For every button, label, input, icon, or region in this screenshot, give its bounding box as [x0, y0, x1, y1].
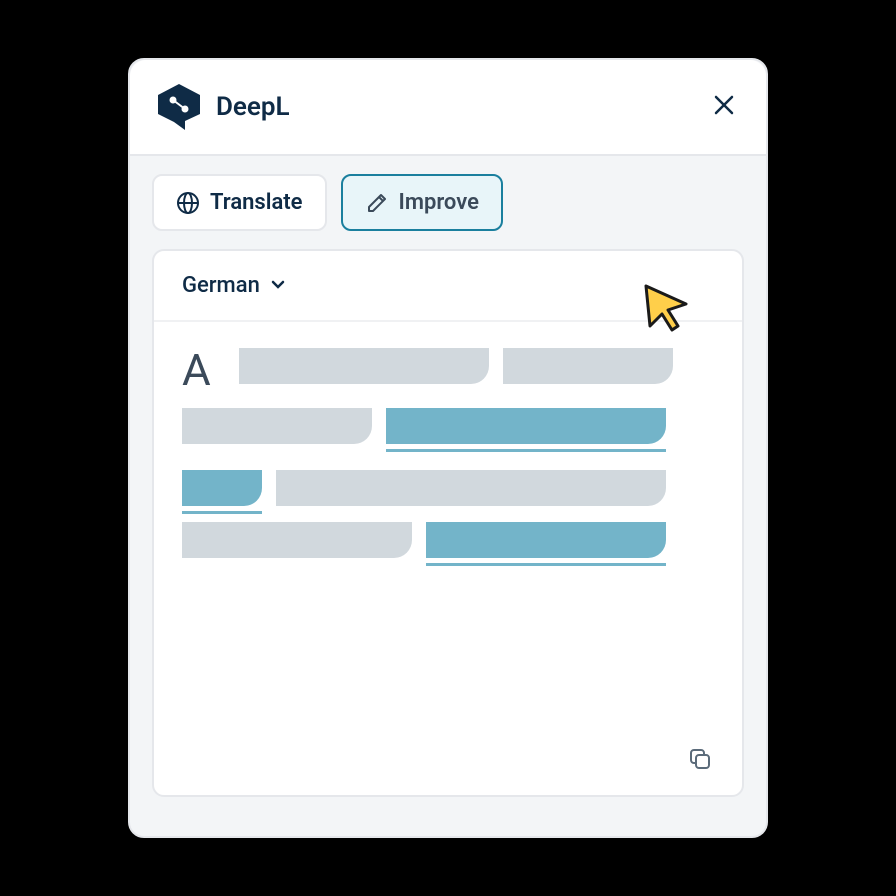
brand-name: DeepL	[216, 92, 290, 122]
deepl-logo-icon	[158, 84, 200, 130]
chevron-down-icon	[270, 276, 286, 296]
placeholder-row	[182, 408, 714, 444]
placeholder-segment	[239, 348, 489, 384]
brand: DeepL	[158, 84, 290, 130]
close-button[interactable]	[710, 93, 738, 121]
highlighted-segment	[426, 522, 666, 558]
content-footer	[154, 727, 742, 795]
globe-icon	[176, 191, 200, 215]
placeholder-row: A	[182, 348, 714, 392]
header: DeepL	[130, 60, 766, 156]
language-label: German	[182, 273, 260, 298]
placeholder-segment	[182, 408, 372, 444]
tab-improve[interactable]: Improve	[341, 174, 503, 231]
app-window: DeepL Translate	[128, 58, 768, 838]
tab-improve-label: Improve	[399, 190, 479, 215]
highlighted-segment	[182, 470, 262, 506]
content-panel: German A	[152, 249, 744, 797]
copy-icon	[687, 746, 713, 776]
placeholder-row	[182, 470, 714, 506]
tab-translate-label: Translate	[210, 190, 303, 215]
pencil-icon	[365, 191, 389, 215]
text-editor[interactable]: A	[154, 322, 742, 727]
placeholder-segment	[182, 522, 412, 558]
tab-translate[interactable]: Translate	[152, 174, 327, 231]
placeholder-segment	[503, 348, 673, 384]
tabs: Translate Improve	[130, 156, 766, 249]
copy-button[interactable]	[682, 743, 718, 779]
drop-cap: A	[182, 348, 211, 392]
language-selector[interactable]: German	[154, 251, 742, 322]
placeholder-row	[182, 522, 714, 558]
placeholder-segment	[276, 470, 666, 506]
highlighted-segment	[386, 408, 666, 444]
close-icon	[713, 94, 735, 120]
